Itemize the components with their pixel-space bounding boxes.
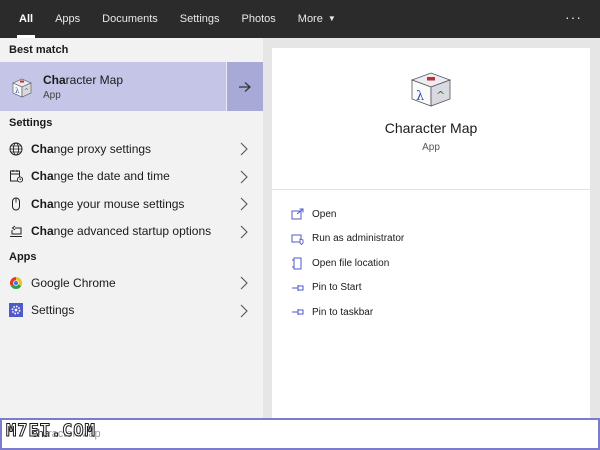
section-settings: Settings	[9, 117, 53, 129]
tab-more-label: More	[297, 13, 323, 25]
mouse-icon	[8, 196, 24, 212]
settings-result-label: Change proxy settings	[31, 141, 152, 156]
settings-result-date-time[interactable]: Change the date and time	[0, 163, 263, 191]
chrome-icon	[8, 275, 24, 291]
tab-photos[interactable]: Photos	[231, 0, 287, 38]
app-result-google-chrome[interactable]: Google Chrome	[0, 269, 263, 297]
pin-icon	[290, 305, 304, 319]
app-result-label: Google Chrome	[31, 275, 116, 290]
chevron-right-icon	[240, 276, 248, 290]
settings-result-label: Change the date and time	[31, 169, 170, 184]
chevron-right-icon	[240, 142, 248, 156]
app-result-settings[interactable]: Settings	[0, 297, 263, 325]
expand-details-button[interactable]	[226, 62, 263, 111]
chevron-down-icon: ▼	[327, 14, 336, 23]
action-pin-to-start[interactable]: Pin to Start	[272, 276, 590, 301]
preview-pane: λ ^ Character Map App Open Run as admini…	[272, 48, 590, 418]
svg-text:λ: λ	[15, 87, 20, 95]
recovery-icon	[8, 223, 24, 239]
action-open-file-location[interactable]: Open file location	[272, 251, 590, 276]
tab-apps-label: Apps	[55, 13, 81, 25]
action-label: Pin to Start	[312, 282, 362, 294]
best-match-subtitle: App	[43, 89, 61, 101]
results-pane: Best match λ ^ Character Map App Setting…	[0, 38, 263, 418]
best-match-title: Character Map	[43, 72, 124, 87]
best-match-result: λ ^ Character Map App	[0, 62, 263, 111]
calendar-icon	[8, 168, 24, 184]
more-options-icon[interactable]: ···	[565, 0, 582, 38]
tab-all-label: All	[19, 13, 34, 25]
svg-text:^: ^	[436, 89, 445, 102]
preview-app-type: App	[422, 142, 440, 153]
chevron-right-icon	[240, 197, 248, 211]
action-run-as-administrator[interactable]: Run as administrator	[272, 227, 590, 252]
best-match-open[interactable]: λ ^ Character Map App	[0, 62, 226, 111]
character-map-icon: λ ^	[410, 72, 452, 107]
pin-icon	[290, 281, 304, 295]
character-map-icon: λ ^	[12, 78, 32, 97]
action-label: Open	[312, 208, 337, 220]
tab-more[interactable]: More ▼	[287, 0, 347, 38]
preview-app-name: Character Map	[384, 120, 478, 136]
shield-icon	[290, 232, 304, 246]
arrow-right-icon	[239, 81, 251, 92]
settings-result-label: Change advanced startup options	[31, 224, 212, 239]
section-apps: Apps	[9, 251, 37, 263]
tab-apps[interactable]: Apps	[44, 0, 91, 38]
tab-settings-label: Settings	[179, 13, 220, 25]
chevron-right-icon	[240, 225, 248, 238]
watermark: M7ET.COM	[6, 421, 96, 442]
tab-documents[interactable]: Documents	[91, 0, 169, 38]
action-open[interactable]: Open	[272, 202, 590, 227]
folder-icon	[290, 256, 304, 270]
gear-icon	[8, 302, 24, 318]
settings-result-proxy[interactable]: Change proxy settings	[0, 135, 263, 163]
tab-settings[interactable]: Settings	[169, 0, 231, 38]
search-filter-bar: All Apps Documents Settings Photos More ▼…	[0, 0, 600, 38]
settings-result-label: Change your mouse settings	[31, 196, 185, 211]
action-label: Open file location	[312, 257, 390, 269]
tab-all[interactable]: All	[8, 0, 44, 38]
app-result-label: Settings	[31, 303, 75, 318]
chevron-right-icon	[240, 170, 248, 183]
preview-header: λ ^ Character Map App	[272, 70, 590, 190]
section-best-match: Best match	[9, 44, 69, 56]
settings-result-startup[interactable]: Change advanced startup options	[0, 218, 263, 246]
settings-result-mouse[interactable]: Change your mouse settings	[0, 190, 263, 218]
action-pin-to-taskbar[interactable]: Pin to taskbar	[272, 300, 590, 325]
tab-photos-label: Photos	[241, 13, 276, 25]
tab-documents-label: Documents	[102, 13, 158, 25]
action-label: Run as administrator	[312, 233, 405, 245]
svg-text:^: ^	[24, 88, 29, 95]
open-icon	[290, 207, 304, 221]
svg-text:λ: λ	[416, 89, 424, 104]
action-list: Open Run as administrator Open file loca…	[272, 190, 590, 325]
action-label: Pin to taskbar	[312, 306, 374, 318]
globe-icon	[8, 141, 24, 157]
chevron-right-icon	[240, 304, 248, 317]
